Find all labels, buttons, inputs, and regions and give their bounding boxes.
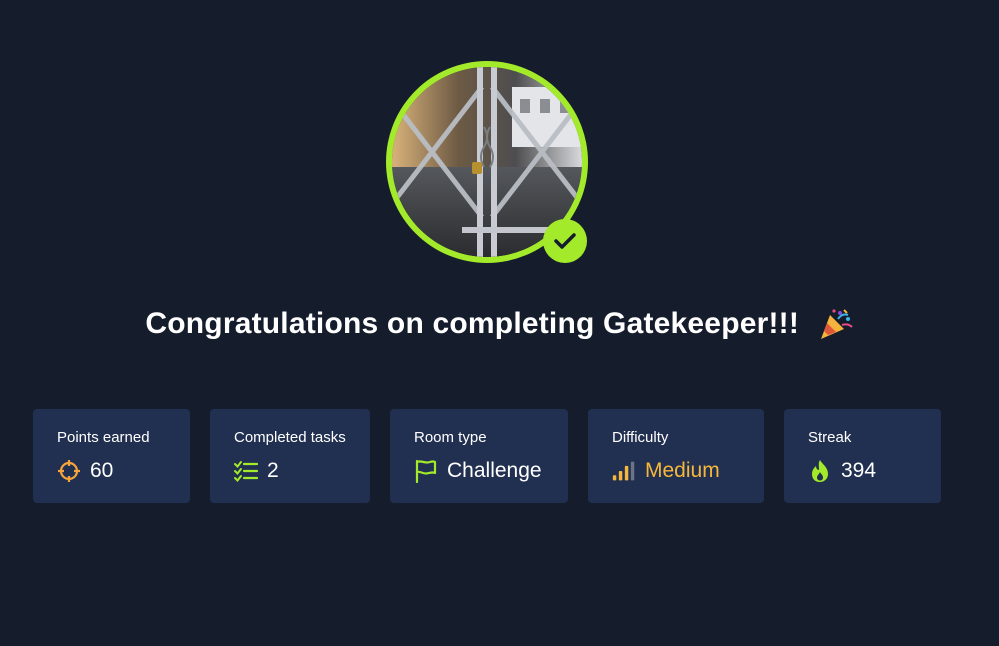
crosshair-icon — [57, 459, 81, 483]
stat-value: 60 — [90, 459, 114, 482]
party-popper-icon — [818, 307, 854, 341]
stat-label: Points earned — [57, 429, 150, 446]
stat-label: Completed tasks — [234, 429, 346, 446]
room-complete-page: Congratulations on completing Gatekeeper… — [0, 0, 999, 646]
stat-label: Room type — [414, 429, 487, 446]
flame-icon — [808, 459, 832, 483]
room-avatar — [386, 61, 588, 263]
stat-card-tasks: Completed tasks 2 — [210, 409, 370, 503]
stat-card-room-type: Room type Challenge — [390, 409, 568, 503]
stat-value: 394 — [841, 459, 877, 482]
stat-value: Medium — [645, 459, 720, 482]
stat-value: Challenge — [447, 459, 542, 482]
stat-card-difficulty: Difficulty Medium — [588, 409, 764, 503]
flag-icon — [414, 459, 438, 483]
stat-label: Streak — [808, 429, 852, 446]
signal-bars-icon — [612, 459, 636, 483]
checkmark-icon — [543, 219, 587, 263]
completion-headline: Congratulations on completing Gatekeeper… — [0, 306, 999, 341]
headline-text: Congratulations on completing Gatekeeper… — [145, 307, 800, 341]
stat-label: Difficulty — [612, 429, 669, 446]
stat-value: 2 — [267, 459, 279, 482]
checklist-icon — [234, 459, 258, 483]
stat-card-points: Points earned 60 — [33, 409, 190, 503]
stat-card-streak: Streak 394 — [784, 409, 941, 503]
